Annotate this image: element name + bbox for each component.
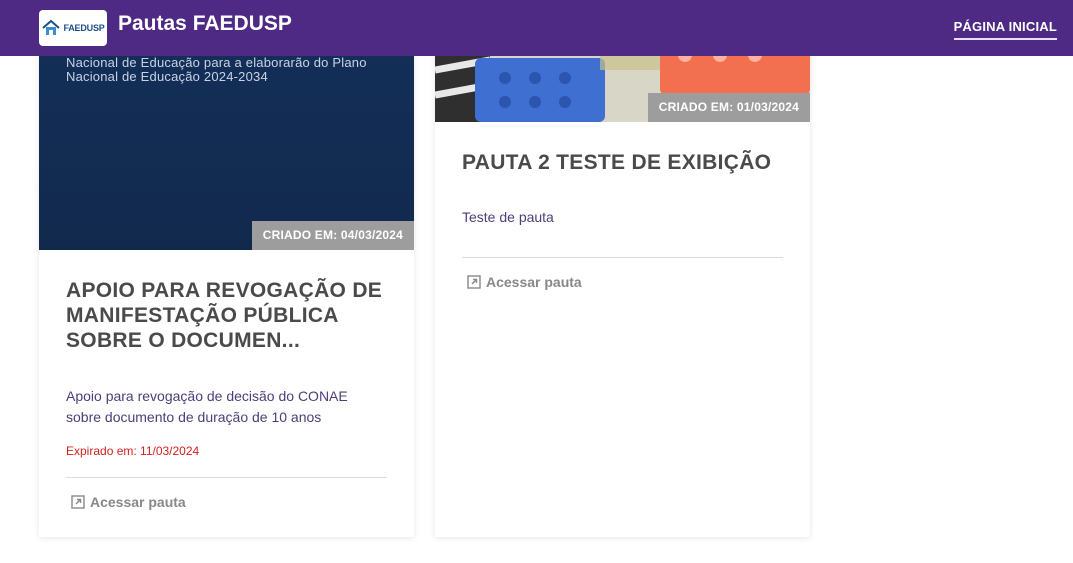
created-date-badge: CRIADO EM: 04/03/2024: [251, 221, 414, 250]
access-pauta-label: Acessar pauta: [90, 494, 186, 510]
external-link-icon: [71, 495, 85, 509]
app-title: Pautas FAEDUSP: [118, 12, 292, 35]
nav-home-link[interactable]: PÁGINA INICIAL: [953, 19, 1057, 40]
top-app-bar: FAEDUSP Pautas FAEDUSP PÁGINA INICIAL: [0, 0, 1073, 56]
access-pauta-link[interactable]: Acessar pauta: [467, 274, 582, 290]
external-link-icon: [467, 275, 481, 289]
access-pauta-link[interactable]: Acessar pauta: [71, 494, 186, 510]
card-title: PAUTA 2 TESTE DE EXIBIÇÃO: [462, 151, 772, 174]
access-pauta-label: Acessar pauta: [486, 274, 582, 290]
card-divider: [462, 257, 783, 258]
logo-text: FAEDUSP: [63, 23, 105, 33]
faedusp-logo[interactable]: FAEDUSP: [39, 10, 107, 46]
expired-date: Expirado em: 11/03/2024: [66, 444, 200, 458]
house-logo-icon: [42, 19, 61, 35]
card-description: Apoio para revogação de decisão do CONAE…: [66, 388, 348, 425]
pauta-card: CRIADO EM: 01/03/2024 PAUTA 2 TESTE DE E…: [435, 0, 810, 537]
card-description: Teste de pauta: [462, 209, 554, 225]
created-date-badge: CRIADO EM: 01/03/2024: [647, 93, 810, 122]
card-title: APOIO PARA REVOGAÇÃO DE MANIFESTAÇÃO PÚB…: [66, 279, 383, 352]
card-divider: [66, 477, 387, 478]
pauta-card: sobre o Documento Referência da Conferên…: [39, 0, 414, 537]
